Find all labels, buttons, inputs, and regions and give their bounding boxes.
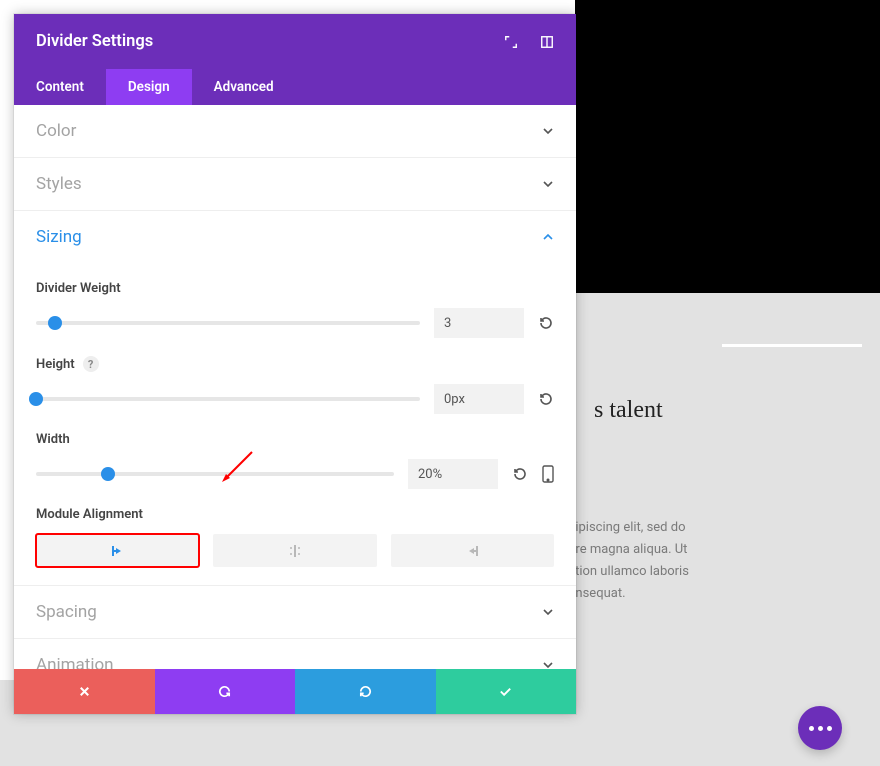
section-title-sizing: Sizing: [36, 227, 82, 247]
align-left-icon: [107, 544, 129, 558]
header-icons: [504, 35, 554, 49]
section-header-sizing[interactable]: Sizing: [14, 211, 576, 263]
preview-body-line: ore magna aliqua. Ut: [568, 542, 687, 557]
reset-icon[interactable]: [538, 391, 554, 407]
panel-footer: [14, 669, 576, 714]
value-width[interactable]: 20%: [408, 459, 498, 489]
label-height-text: Height: [36, 357, 75, 372]
section-title-spacing: Spacing: [36, 602, 97, 622]
save-button[interactable]: [436, 669, 577, 714]
panel-layout-icon[interactable]: [540, 35, 554, 49]
section-header-spacing[interactable]: Spacing: [14, 586, 576, 638]
slider-height[interactable]: [36, 397, 420, 401]
section-spacing: Spacing: [14, 586, 576, 639]
field-height: Height ? 0px: [36, 356, 554, 414]
more-fab[interactable]: [798, 706, 842, 750]
cancel-button[interactable]: [14, 669, 155, 714]
divider-settings-panel: Divider Settings Content Design Advanced…: [14, 14, 576, 714]
redo-icon: [358, 684, 373, 699]
panel-header: Divider Settings: [14, 14, 576, 69]
slider-thumb[interactable]: [29, 392, 43, 406]
align-left-button[interactable]: [36, 534, 199, 567]
field-width: Width 20%: [36, 432, 554, 489]
section-animation: Animation: [14, 639, 576, 669]
check-icon: [498, 684, 513, 699]
section-title-styles: Styles: [36, 174, 82, 194]
slider-divider-weight[interactable]: [36, 321, 420, 325]
section-header-animation[interactable]: Animation: [14, 639, 576, 669]
undo-icon: [217, 684, 232, 699]
section-color: Color: [14, 105, 576, 158]
align-center-icon: [284, 544, 306, 558]
help-icon[interactable]: ?: [83, 356, 99, 372]
preview-body-text: dipiscing elit, sed do ore magna aliqua.…: [568, 517, 878, 605]
label-divider-weight: Divider Weight: [36, 281, 554, 296]
value-height[interactable]: 0px: [434, 384, 524, 414]
align-right-button[interactable]: [391, 534, 554, 567]
redo-button[interactable]: [295, 669, 436, 714]
chevron-down-icon: [542, 606, 554, 618]
device-icon[interactable]: [542, 465, 554, 483]
undo-button[interactable]: [155, 669, 296, 714]
section-header-color[interactable]: Color: [14, 105, 576, 157]
section-title-color: Color: [36, 121, 76, 141]
preview-body-line: dipiscing elit, sed do: [568, 520, 686, 535]
section-header-styles[interactable]: Styles: [14, 158, 576, 210]
slider-width[interactable]: [36, 472, 394, 476]
preview-body-line: ation ullamco laboris: [568, 564, 689, 579]
expand-icon[interactable]: [504, 35, 518, 49]
section-title-animation: Animation: [36, 655, 114, 669]
close-icon: [77, 684, 92, 699]
preview-heading-fragment: s talent: [594, 397, 663, 424]
align-right-icon: [461, 544, 483, 558]
value-divider-weight[interactable]: 3: [434, 308, 524, 338]
panel-body: Color Styles Sizing Divider Weight: [14, 105, 576, 669]
tab-bar: Content Design Advanced: [14, 69, 576, 105]
preview-dark-region: [575, 0, 880, 293]
chevron-down-icon: [542, 125, 554, 137]
sizing-content: Divider Weight 3 Height ?: [14, 281, 576, 585]
slider-thumb[interactable]: [48, 316, 62, 330]
chevron-down-icon: [542, 178, 554, 190]
reset-icon[interactable]: [512, 466, 528, 482]
label-module-alignment: Module Alignment: [36, 507, 554, 522]
label-width: Width: [36, 432, 554, 447]
chevron-up-icon: [542, 231, 554, 243]
preview-divider-line: [722, 344, 862, 347]
panel-title: Divider Settings: [36, 32, 153, 51]
field-divider-weight: Divider Weight 3: [36, 281, 554, 338]
field-module-alignment: Module Alignment: [36, 507, 554, 567]
section-sizing: Sizing Divider Weight 3 He: [14, 211, 576, 586]
chevron-down-icon: [542, 659, 554, 669]
tab-advanced[interactable]: Advanced: [192, 69, 296, 105]
align-center-button[interactable]: [213, 534, 376, 567]
section-styles: Styles: [14, 158, 576, 211]
tab-content[interactable]: Content: [14, 69, 106, 105]
preview-body-line: onsequat.: [568, 586, 626, 601]
label-height: Height ?: [36, 356, 554, 372]
slider-thumb[interactable]: [101, 467, 115, 481]
reset-icon[interactable]: [538, 315, 554, 331]
tab-design[interactable]: Design: [106, 69, 192, 105]
more-icon: [809, 726, 832, 731]
